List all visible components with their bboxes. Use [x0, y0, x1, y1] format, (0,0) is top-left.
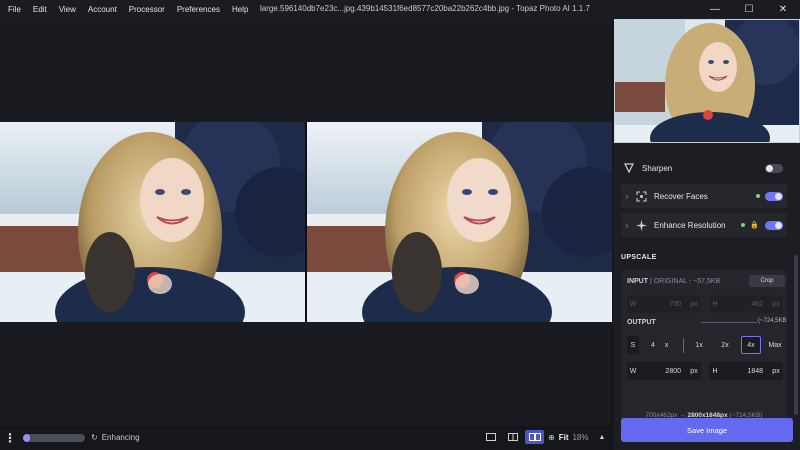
scale-label: S [627, 336, 639, 354]
thumbnail-image [615, 20, 799, 142]
minimize-button[interactable]: — [698, 0, 732, 18]
image-viewer[interactable] [0, 18, 612, 425]
save-image-button[interactable]: Save Image [621, 418, 793, 442]
tool-label: Sharpen [642, 163, 673, 173]
chevron-right-icon[interactable]: › [621, 221, 633, 230]
progress-bar [23, 433, 85, 442]
toggle-knob [775, 192, 782, 200]
panel-scrollbar[interactable] [794, 255, 798, 415]
scale-separator [683, 338, 684, 353]
original-image-pane[interactable] [0, 122, 305, 322]
window-title: large.596140db7e23c...jpg.439b14531f6ed8… [260, 4, 590, 13]
recover-faces-toggle[interactable] [765, 191, 783, 201]
right-panel: Sharpen › Recover Faces › Enhance Resolu… [612, 18, 800, 450]
field-label: H [712, 367, 718, 375]
input-label: INPUT | ORIGINAL - ~57,5KB [627, 278, 720, 285]
scale-option-2x[interactable]: 2x [715, 336, 735, 354]
active-dot [756, 194, 760, 198]
scale-field[interactable]: S 4 x [627, 336, 677, 354]
enhance-resolution-toggle[interactable] [765, 220, 783, 230]
fit-label[interactable]: Fit [559, 433, 569, 442]
sharpen-toggle[interactable] [765, 163, 783, 173]
tool-enhance-resolution[interactable]: › Enhance Resolution 🔒 [621, 213, 787, 237]
tool-label: Enhance Resolution [654, 220, 726, 230]
single-view-button[interactable] [481, 430, 500, 444]
status-text: Enhancing [101, 433, 140, 442]
field-unit: px [690, 300, 698, 308]
scale-option-4x[interactable]: 4x [741, 336, 761, 354]
field-label: W [629, 367, 637, 375]
maximize-button[interactable]: ☐ [732, 0, 766, 18]
bottom-toolbar: ⋮ ↻ Enhancing ⊕ Fit 18% ▲ [0, 425, 612, 450]
field-value: 462 [751, 300, 763, 308]
navigator-thumbnail[interactable] [614, 19, 800, 143]
menu-item-processor[interactable]: Processor [123, 5, 171, 14]
field-value[interactable]: 2800 [639, 368, 687, 375]
output-label: OUTPUT [627, 319, 656, 326]
progress-fill [23, 433, 31, 442]
tool-label: Recover Faces [654, 191, 708, 201]
menu-item-account[interactable]: Account [82, 5, 123, 14]
active-dot [741, 223, 746, 227]
crop-button[interactable]: Crop [749, 275, 785, 287]
status-indicator: ↻ Enhancing [91, 433, 140, 442]
output-size: (~724,5KB [758, 318, 787, 324]
face-scan-icon [633, 191, 649, 202]
menu-item-preferences[interactable]: Preferences [171, 5, 226, 14]
upscale-section-title: UPSCALE [621, 254, 657, 261]
tool-recover-faces[interactable]: › Recover Faces [621, 184, 787, 208]
menu-bar: File Edit View Account Processor Preferences H… [0, 0, 254, 18]
output-height-field[interactable]: H 1848 px [709, 362, 783, 380]
output-width-field[interactable]: W 2800 px [627, 362, 701, 380]
title-bar: File Edit View Account Processor Preferences H… [0, 0, 800, 18]
sharpen-icon [621, 163, 637, 173]
input-original-size: | ORIGINAL - ~57,5KB [649, 278, 721, 285]
photo-image [0, 122, 305, 322]
field-unit: px [772, 367, 780, 375]
input-width-field: W 700 px [627, 295, 701, 313]
upscale-panel: INPUT | ORIGINAL - ~57,5KB Crop W 700 px… [621, 270, 787, 428]
menu-item-help[interactable]: Help [226, 5, 254, 14]
input-title: INPUT [627, 278, 648, 285]
output-divider [701, 322, 757, 323]
sparkle-icon [633, 219, 649, 231]
scale-option-max[interactable]: Max [765, 336, 785, 354]
tool-sharpen[interactable]: Sharpen [621, 156, 787, 180]
scale-option-1x[interactable]: 1x [689, 336, 709, 354]
scale-value[interactable]: 4 [651, 342, 655, 349]
side-by-side-icon [528, 433, 541, 441]
zoom-percent: 18% [572, 433, 589, 442]
field-unit: px [690, 367, 698, 375]
lock-icon: 🔒 [750, 222, 759, 229]
split-view-icon [507, 433, 518, 441]
menu-item-file[interactable]: File [2, 5, 27, 14]
toggle-knob [775, 221, 782, 229]
chevron-right-icon[interactable]: › [621, 192, 633, 201]
close-button[interactable]: ✕ [766, 0, 800, 18]
single-view-icon [485, 433, 496, 441]
view-mode-group [481, 430, 544, 444]
more-options-icon[interactable]: ⋮ [0, 431, 20, 445]
field-value[interactable]: 1848 [721, 368, 769, 375]
field-label: H [712, 300, 718, 308]
scale-unit: x [664, 341, 669, 349]
split-view-button[interactable] [503, 430, 522, 444]
spinner-icon: ↻ [91, 433, 98, 442]
enhanced-image-pane[interactable] [307, 122, 612, 322]
window-controls: — ☐ ✕ [698, 0, 800, 18]
side-by-side-view-button[interactable] [525, 430, 544, 444]
toggle-knob [766, 164, 773, 172]
zoom-menu-arrow-icon[interactable]: ▲ [599, 434, 606, 441]
zoom-icon[interactable]: ⊕ [548, 433, 555, 442]
photo-image [307, 122, 612, 322]
menu-item-view[interactable]: View [53, 5, 82, 14]
menu-item-edit[interactable]: Edit [27, 5, 53, 14]
zoom-control[interactable]: ⊕ Fit 18% ▲ [548, 425, 605, 450]
field-value: 700 [669, 300, 681, 308]
field-unit: px [772, 300, 780, 308]
input-height-field: H 462 px [709, 295, 783, 313]
field-label: W [629, 300, 637, 308]
